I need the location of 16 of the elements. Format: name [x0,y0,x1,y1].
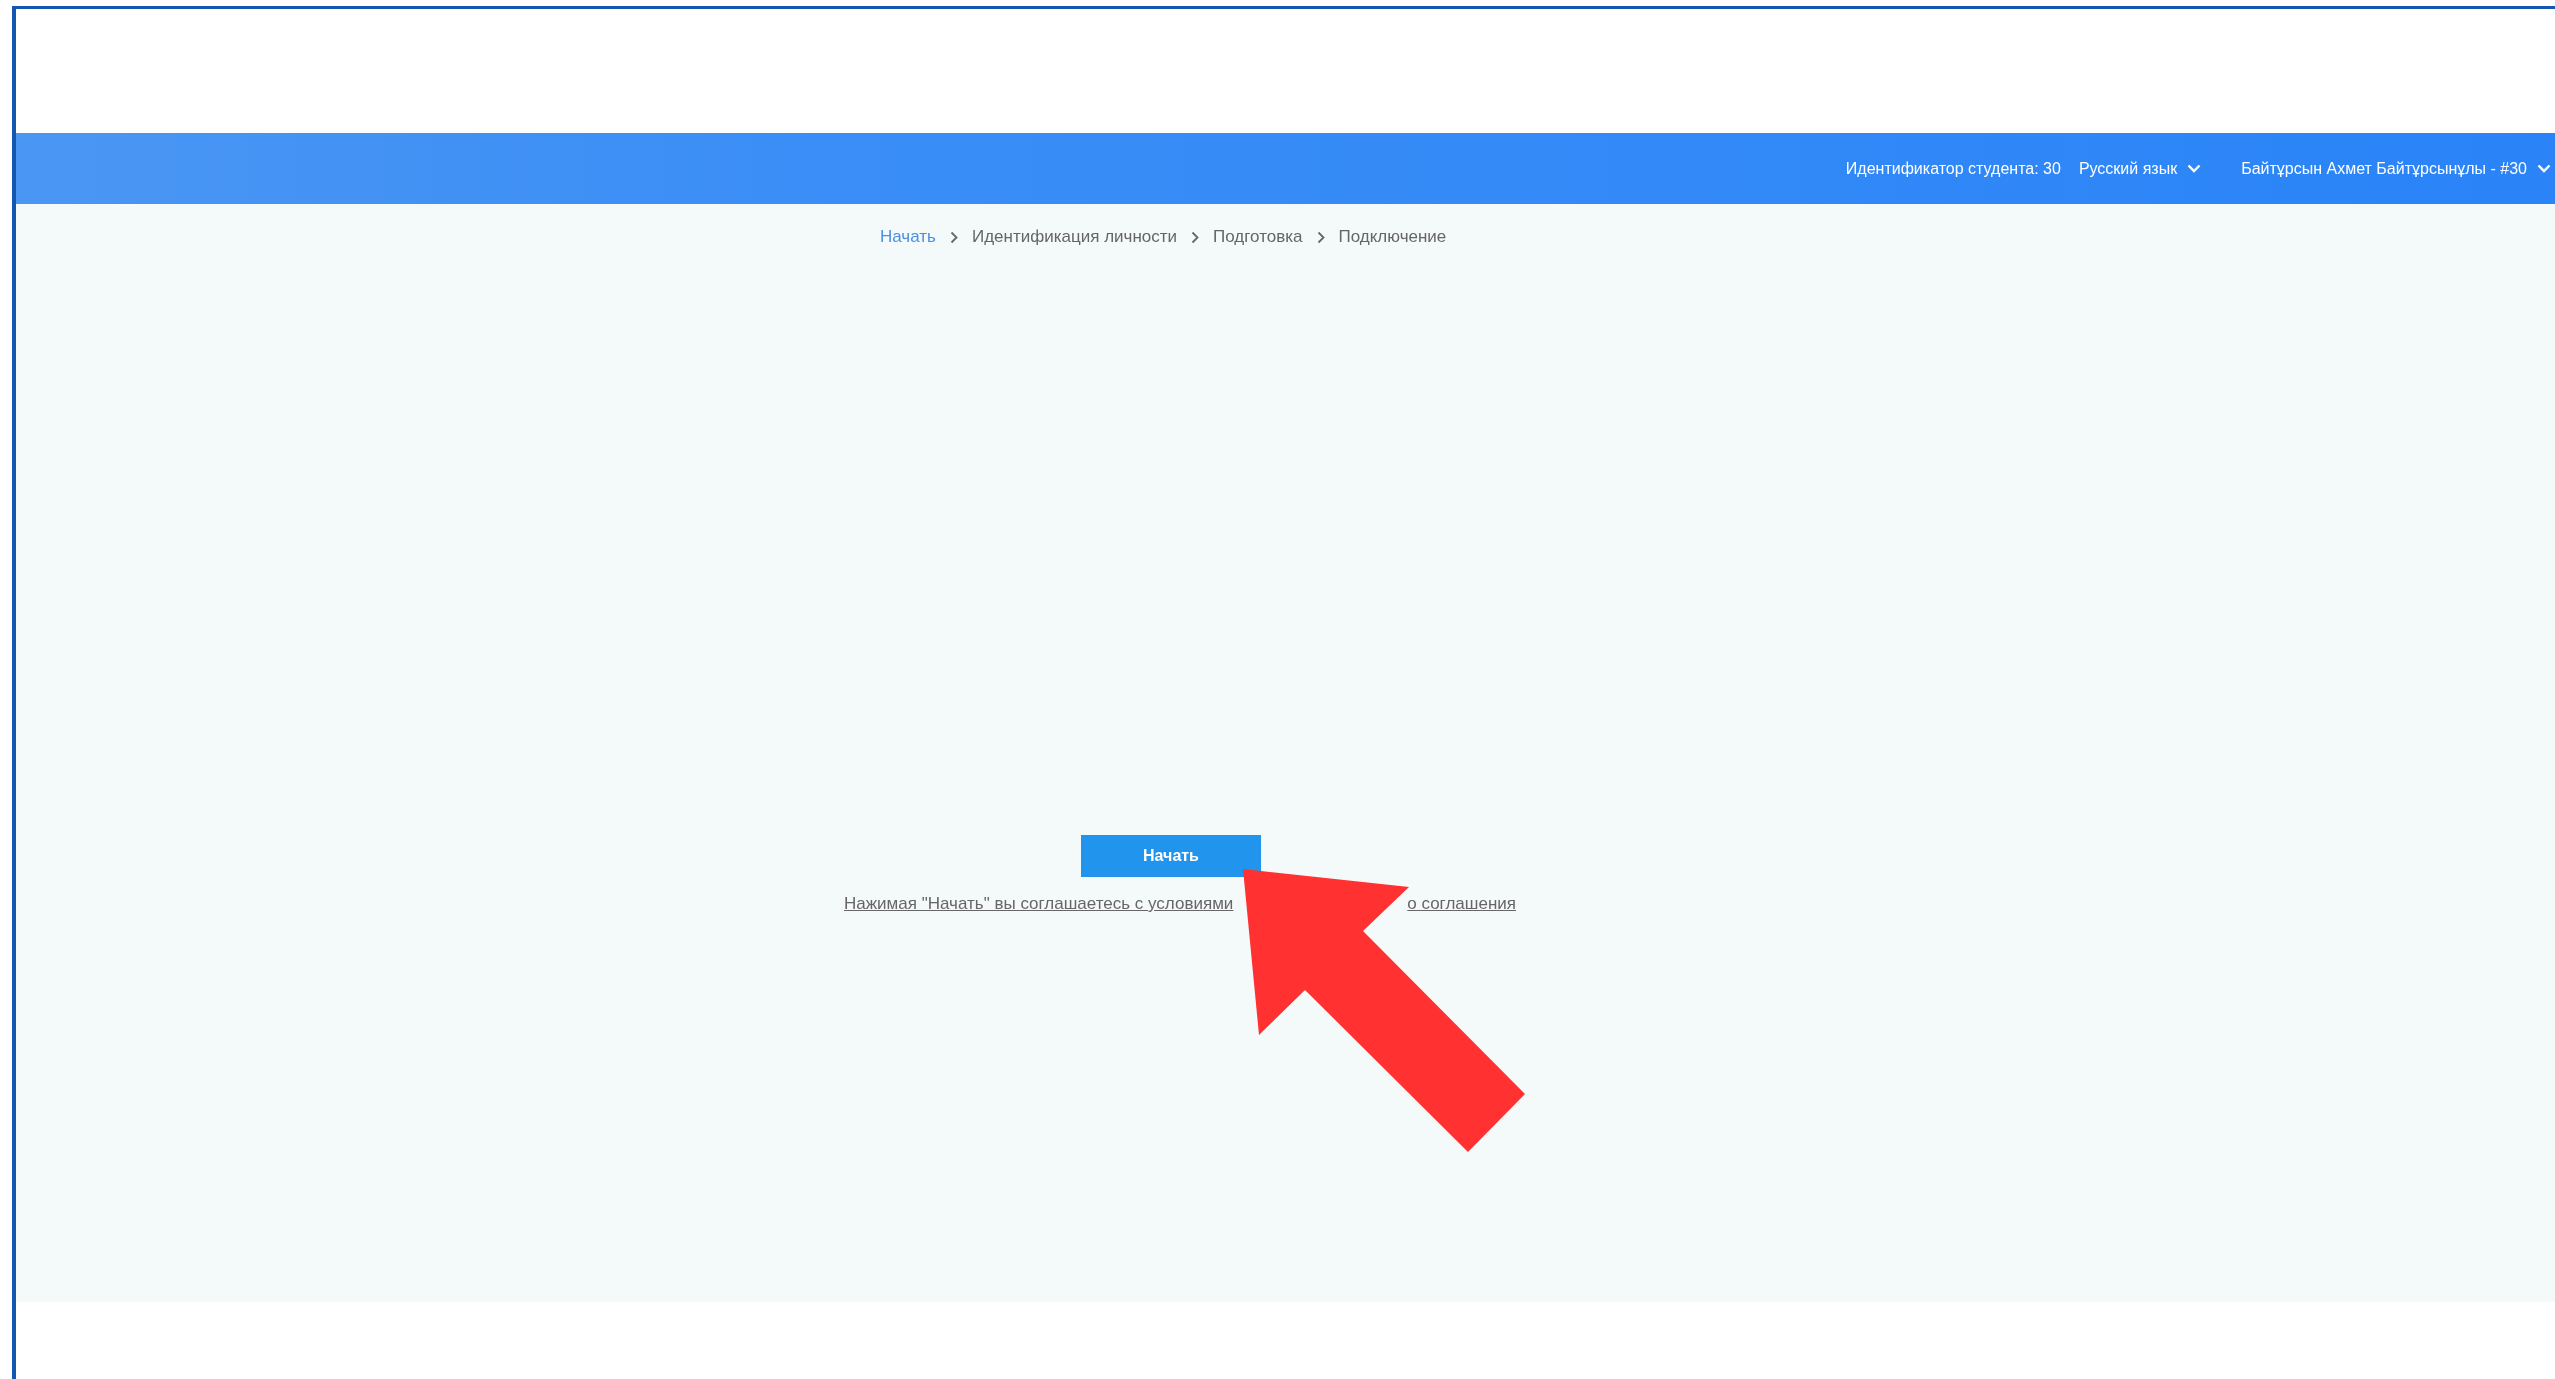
start-button[interactable]: Начать [1081,835,1261,877]
breadcrumb-item: Идентификация личности [971,227,1178,247]
chevron-right-icon [1316,230,1325,244]
user-menu[interactable]: Байтұрсын Ахмет Байтұрсынұлы - #30 [2241,159,2551,178]
breadcrumb-item: Подключение [1338,227,1447,247]
language-dropdown[interactable]: Русский язык [2078,159,2202,178]
chevron-right-icon [1191,230,1200,244]
student-id: Идентификатор студента: 30 [1845,159,2061,178]
terms-link[interactable]: Нажимая "Начать" вы соглашаетесь с условиями [844,894,1234,914]
chevron-right-icon [949,230,958,244]
breadcrumb-item[interactable]: Начать [880,227,936,247]
chevron-down-icon [2537,164,2551,173]
arrow-icon [1243,869,1525,1152]
terms-link[interactable]: о соглашения [1407,894,1516,914]
breadcrumb-item: Подготовка [1213,227,1303,247]
chevron-down-icon [2187,164,2202,173]
